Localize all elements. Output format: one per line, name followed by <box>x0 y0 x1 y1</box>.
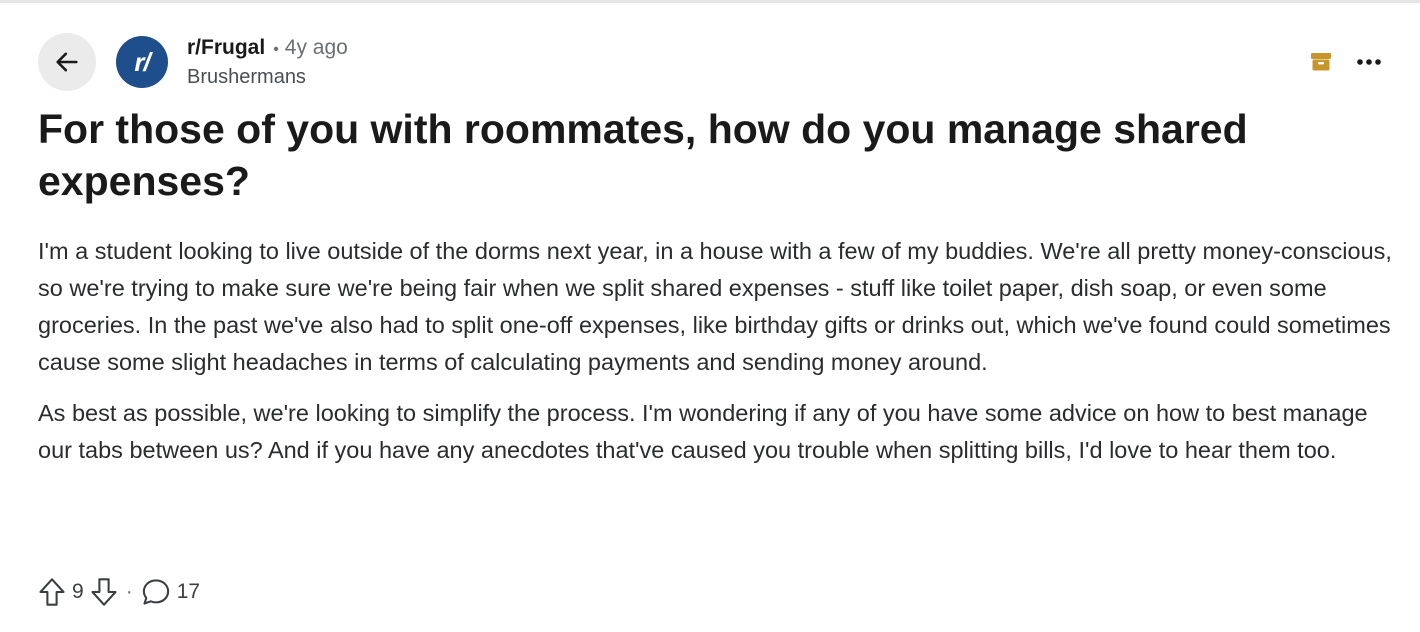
post-title: For those of you with roommates, how do … <box>38 106 1248 204</box>
more-options-button[interactable] <box>1356 58 1382 66</box>
downvote-arrow-icon <box>91 578 117 606</box>
archive-box-icon <box>1311 53 1331 71</box>
post-header: r/ r/Frugal • 4y ago Brushermans <box>38 33 1388 91</box>
post-age: 4y ago <box>284 35 348 59</box>
vote-count: 9 <box>72 580 84 603</box>
post-body-paragraph: As best as possible, we're looking to si… <box>38 400 1368 463</box>
post-actions: 9 · 17 <box>38 577 206 607</box>
more-horizontal-icon <box>1357 59 1381 65</box>
post-author[interactable]: Brushermans <box>187 66 348 89</box>
arrow-left-icon <box>56 52 78 72</box>
subreddit-avatar[interactable]: r/ <box>116 36 168 88</box>
comment-bubble-icon <box>142 579 169 605</box>
action-separator: · <box>125 580 133 603</box>
back-button[interactable] <box>38 33 96 91</box>
archive-button[interactable] <box>1310 52 1332 72</box>
post-meta-top: r/Frugal • 4y ago <box>187 36 348 60</box>
header-actions <box>1310 52 1388 72</box>
post-meta: r/Frugal • 4y ago Brushermans <box>187 36 348 89</box>
post-body-paragraph: I'm a student looking to live outside of… <box>38 238 1392 375</box>
upvote-button[interactable] <box>38 577 66 607</box>
meta-separator: • <box>273 40 279 58</box>
comment-count: 17 <box>176 580 201 603</box>
downvote-button[interactable] <box>90 577 118 607</box>
post-page: r/ r/Frugal • 4y ago Brushermans For tho… <box>0 0 1420 632</box>
subreddit-name[interactable]: r/Frugal <box>187 36 265 60</box>
upvote-arrow-icon <box>39 578 65 606</box>
post-body: I'm a student looking to live outside of… <box>38 233 1403 469</box>
comments-button[interactable]: 17 <box>141 577 206 607</box>
subreddit-avatar-text: r/ <box>134 46 150 77</box>
